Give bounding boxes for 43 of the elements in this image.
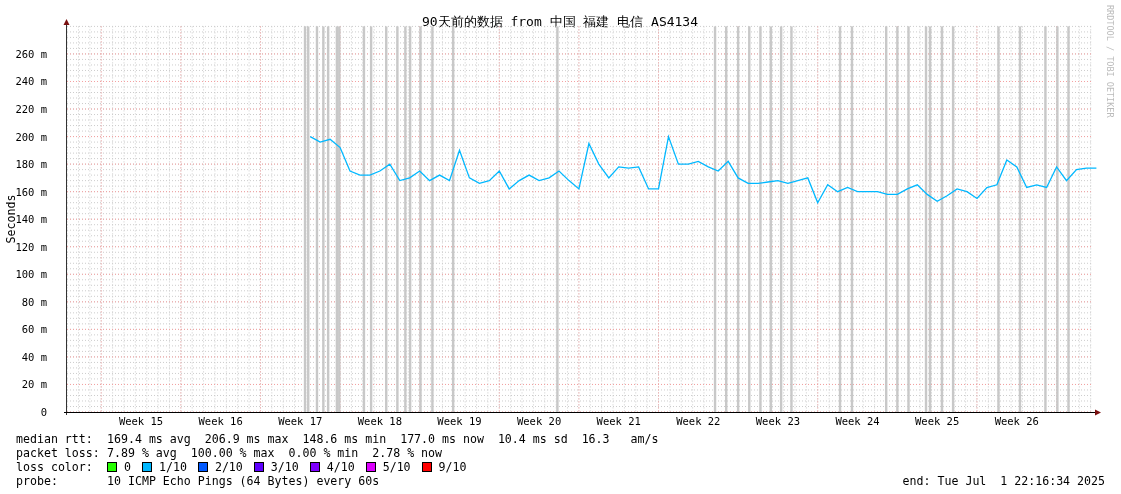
end-time-text: end: Tue Jul 1 22:16:34 2025	[902, 474, 1105, 488]
credit-text: RRDTOOL / TOBI OETIKER	[1105, 5, 1115, 118]
y-tick-label: 40 m	[21, 350, 47, 363]
legend-label: probe:	[16, 474, 59, 488]
x-tick-label: Week 17	[278, 415, 323, 427]
y-tick-label: 80 m	[21, 295, 47, 308]
y-tick-label: 160 m	[15, 185, 47, 198]
x-tick-label: Week 25	[915, 415, 960, 427]
y-tick-label: 200 m	[15, 130, 47, 143]
x-tick-label: Week 16	[198, 415, 243, 427]
y-tick-label: 60 m	[21, 323, 47, 336]
x-tick-label: Week 15	[118, 415, 164, 427]
chart-title: 90天前的数据 from 中国 福建 电信 AS4134	[421, 14, 699, 29]
legend-label: median rtt:	[16, 432, 94, 446]
x-tick-label: Week 21	[596, 415, 641, 427]
y-tick-label: 240 m	[15, 75, 47, 88]
legend-value: 10 ICMP Echo Pings (64 Bytes) every 60s	[107, 474, 380, 488]
legend-item-label: 2/10	[214, 460, 243, 474]
x-tick-label: Week 26	[994, 415, 1039, 427]
y-tick-label: 100 m	[15, 268, 47, 281]
x-tick-label: Week 19	[437, 415, 482, 427]
legend-item-label: 1/10	[159, 460, 187, 474]
legend-item-label: 9/10	[438, 460, 467, 474]
x-tick-label: Week 23	[755, 415, 801, 427]
legend-value: 169.4 ms avg 206.9 ms max 148.6 ms min 177.0 ms now 10.4 ms sd 16.3 am/s	[107, 432, 659, 446]
y-tick-label: 20 m	[21, 378, 47, 391]
legend-item-label: 3/10	[270, 460, 299, 474]
y-tick-label: 140 m	[15, 213, 47, 226]
y-tick-label: 220 m	[15, 103, 47, 116]
x-tick-label: Week 20	[516, 415, 562, 427]
legend-label: loss color:	[16, 460, 94, 474]
y-tick-label: 260 m	[15, 47, 47, 60]
legend-item-label: 5/10	[382, 460, 411, 474]
x-tick-label: Week 22	[676, 415, 721, 427]
legend-label: packet loss:	[16, 446, 101, 460]
legend-value: 7.89 % avg 100.00 % max 0.00 % min 2.78 % now	[107, 446, 443, 460]
x-tick-label: Week 24	[835, 415, 880, 427]
y-tick-label: 180 m	[15, 158, 47, 171]
x-tick-label: Week 18	[357, 415, 402, 427]
legend-item-label: 0	[124, 460, 131, 474]
y-tick-label: 120 m	[15, 240, 47, 253]
legend-item-label: 4/10	[326, 460, 355, 474]
y-tick-label: 0	[40, 406, 47, 418]
